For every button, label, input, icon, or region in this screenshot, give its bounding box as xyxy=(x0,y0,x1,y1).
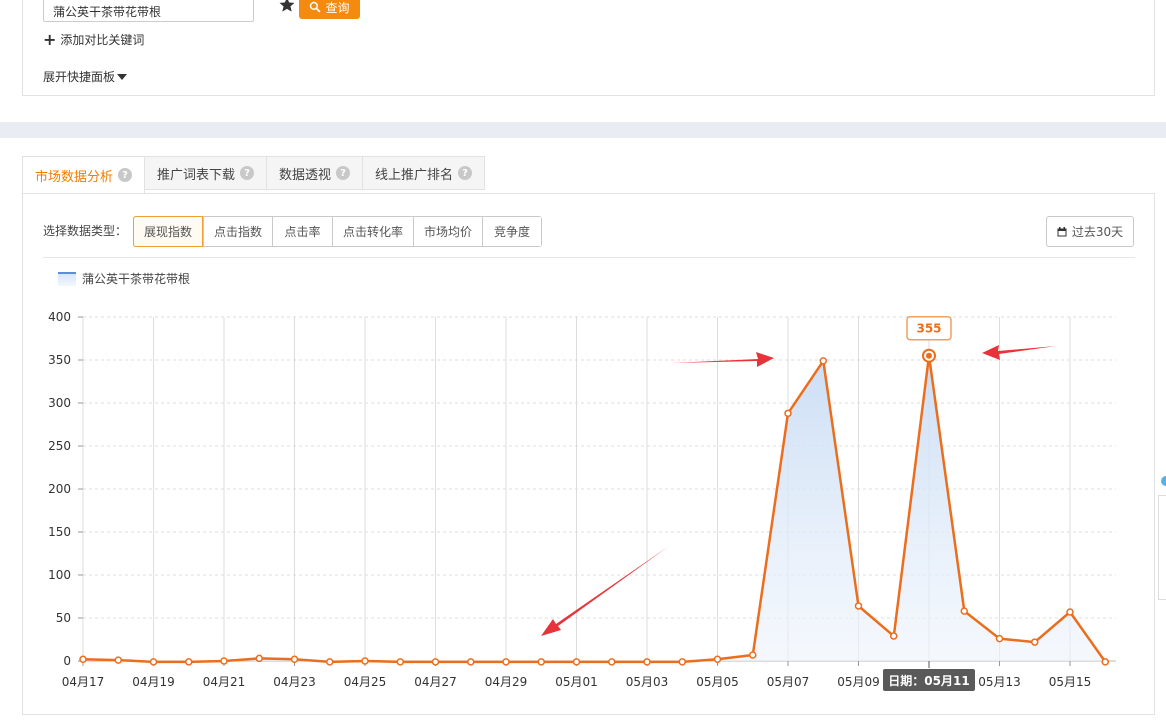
y-tick-label: 300 xyxy=(48,396,71,410)
data-point[interactable] xyxy=(784,409,792,418)
y-tick-label: 100 xyxy=(48,568,71,582)
x-tick-label: 05月09 xyxy=(837,675,880,689)
y-tick-label: 350 xyxy=(48,353,71,367)
data-point[interactable] xyxy=(572,658,581,666)
data-point[interactable] xyxy=(467,658,475,666)
data-point[interactable] xyxy=(290,655,299,664)
date-tooltip-text: 日期：05月11 xyxy=(888,673,969,688)
y-tick-label: 250 xyxy=(48,439,71,453)
x-tick-label: 04月23 xyxy=(273,675,316,689)
data-point[interactable] xyxy=(361,657,369,665)
x-tick-label: 05月13 xyxy=(978,675,1021,689)
side-widget[interactable] xyxy=(1158,495,1166,600)
annotation-arrow xyxy=(541,546,669,636)
highlight-point-core xyxy=(926,352,932,359)
data-point[interactable] xyxy=(995,634,1004,643)
x-tick-label: 04月19 xyxy=(132,675,175,689)
x-tick-label: 04月27 xyxy=(414,675,457,689)
data-point[interactable] xyxy=(396,658,404,666)
x-tick-label: 04月21 xyxy=(203,675,246,689)
data-point[interactable] xyxy=(1066,608,1074,616)
side-widget-dot xyxy=(1161,476,1166,486)
data-point[interactable] xyxy=(1101,658,1109,666)
x-tick-label: 04月17 xyxy=(62,675,105,689)
data-point[interactable] xyxy=(608,658,616,666)
data-point[interactable] xyxy=(713,655,722,664)
data-point[interactable] xyxy=(890,632,898,640)
y-tick-label: 150 xyxy=(48,525,71,539)
data-point[interactable] xyxy=(149,658,158,666)
data-point[interactable] xyxy=(185,658,193,666)
data-point[interactable] xyxy=(854,602,863,610)
value-tooltip-text: 355 xyxy=(916,322,941,336)
data-point[interactable] xyxy=(643,658,651,666)
y-tick-label: 0 xyxy=(63,654,71,668)
x-tick-label: 05月03 xyxy=(626,675,669,689)
series-area xyxy=(83,355,1106,662)
x-tick-label: 04月29 xyxy=(485,675,528,689)
date-tooltip: 日期：05月11 xyxy=(883,669,975,691)
annotation-arrow xyxy=(672,352,774,367)
data-point[interactable] xyxy=(79,655,87,664)
data-point[interactable] xyxy=(749,651,757,659)
data-point[interactable] xyxy=(326,658,334,666)
data-point[interactable] xyxy=(678,658,686,666)
y-tick-label: 200 xyxy=(48,482,71,496)
x-tick-label: 05月01 xyxy=(555,675,598,689)
data-point[interactable] xyxy=(537,658,545,666)
annotation-arrow xyxy=(982,345,1056,360)
data-point[interactable] xyxy=(502,658,510,666)
data-point[interactable] xyxy=(960,607,968,615)
data-point[interactable] xyxy=(431,658,440,666)
data-point[interactable] xyxy=(255,654,263,663)
y-tick-label: 400 xyxy=(48,310,71,324)
data-point[interactable] xyxy=(819,357,827,365)
data-point[interactable] xyxy=(220,657,228,665)
x-tick-label: 05月05 xyxy=(696,675,739,689)
value-tooltip: 355 xyxy=(906,315,952,341)
data-point[interactable] xyxy=(1031,638,1039,646)
impression-index-chart: 0 50 100 150 200 250 300 350 400 04月17 04月19 04月21 0… xyxy=(48,310,1116,691)
x-tick-label: 05月15 xyxy=(1049,675,1092,689)
data-point[interactable] xyxy=(114,656,122,664)
y-tick-label: 50 xyxy=(56,611,71,625)
x-tick-label: 05月07 xyxy=(767,675,810,689)
x-tick-label: 04月25 xyxy=(344,675,387,689)
